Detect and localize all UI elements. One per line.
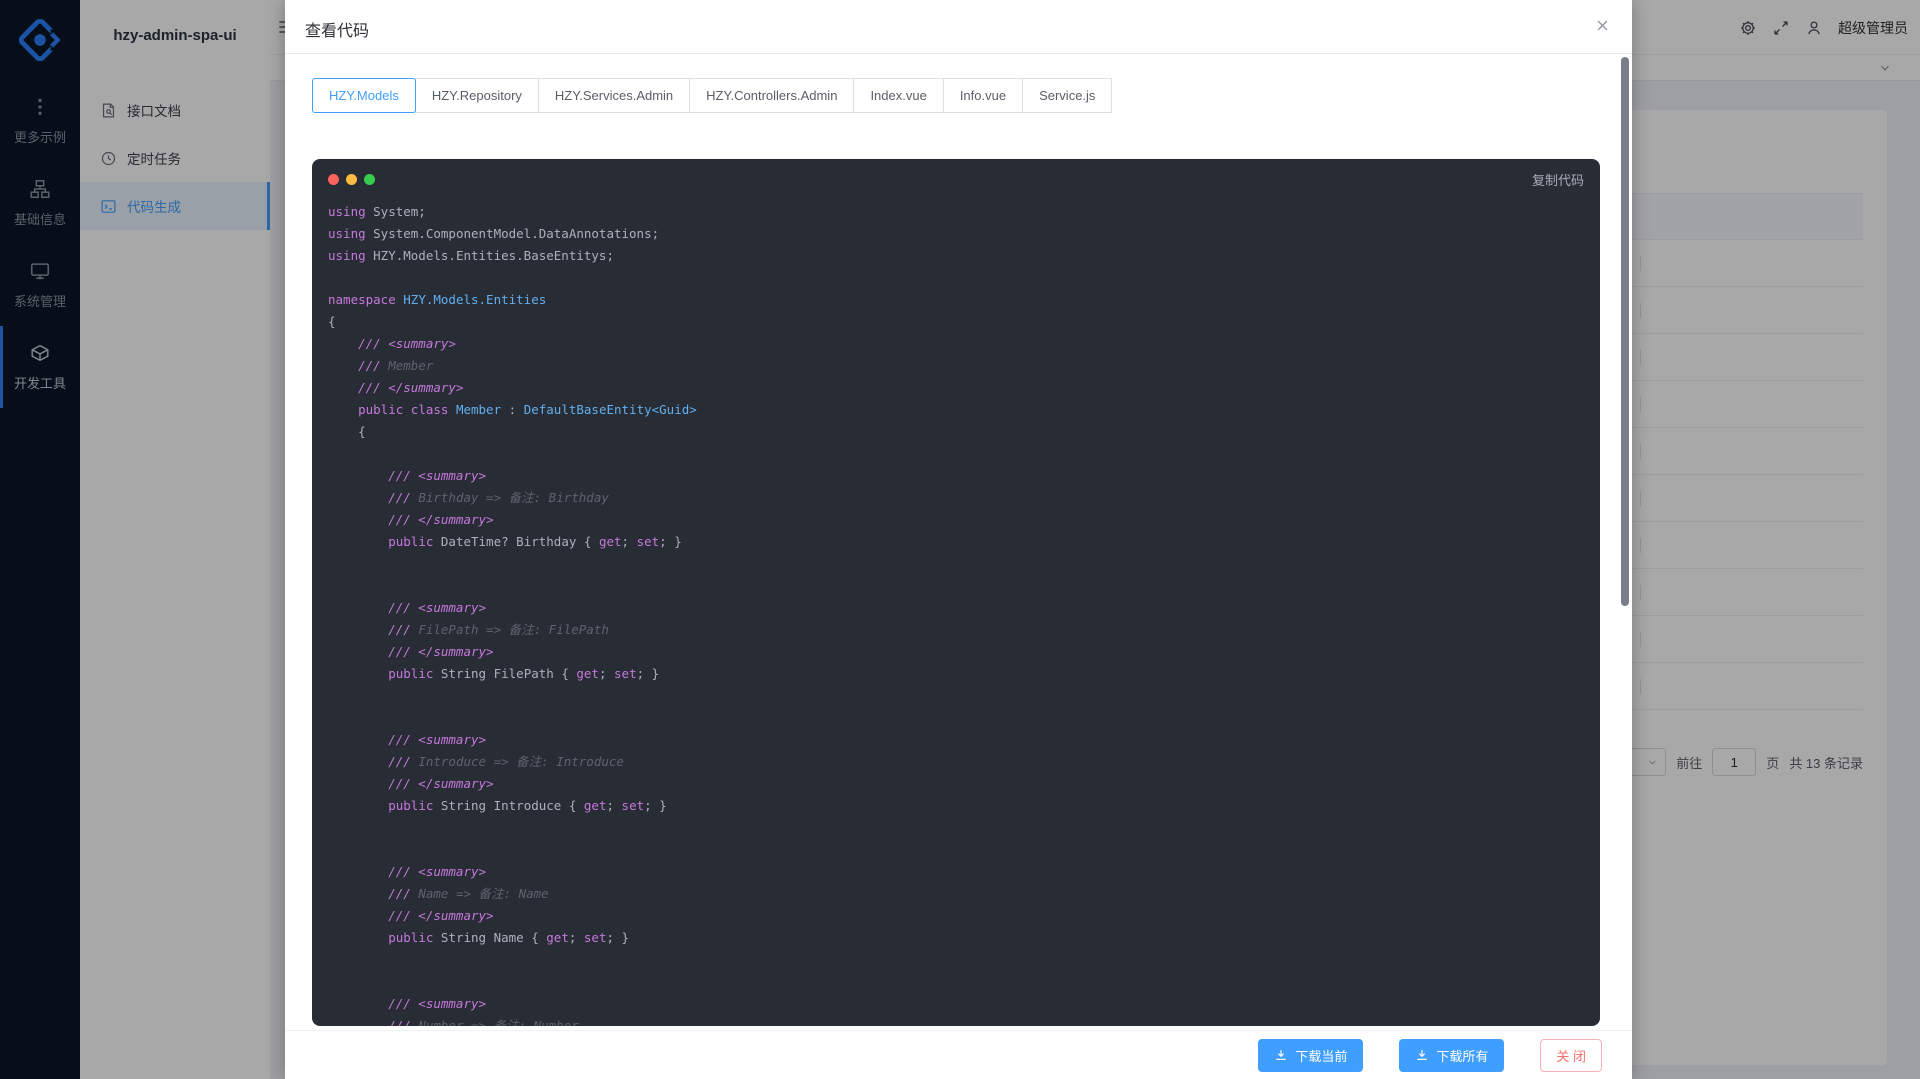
close-icon[interactable] — [1595, 18, 1610, 33]
download-current-button[interactable]: 下载当前 — [1258, 1039, 1363, 1072]
tab-hzy-services-admin[interactable]: HZY.Services.Admin — [538, 78, 690, 113]
tab-hzy-repository[interactable]: HZY.Repository — [415, 78, 539, 113]
code-file-tabs: HZY.ModelsHZY.RepositoryHZY.Services.Adm… — [312, 78, 1112, 113]
download-icon — [1415, 1048, 1429, 1062]
tab-index-vue[interactable]: Index.vue — [853, 78, 943, 113]
screen: 更多示例基础信息系统管理开发工具 hzy-admin-spa-ui 接口文档定时… — [0, 0, 1920, 1079]
traffic-yellow-icon — [346, 174, 357, 185]
tab-info-vue[interactable]: Info.vue — [943, 78, 1023, 113]
tab-service-js[interactable]: Service.js — [1022, 78, 1112, 113]
download-all-button[interactable]: 下载所有 — [1399, 1039, 1504, 1072]
download-icon — [1274, 1048, 1288, 1062]
view-code-dialog: 查看代码 HZY.ModelsHZY.RepositoryHZY.Service… — [285, 0, 1632, 1079]
tab-hzy-models[interactable]: HZY.Models — [312, 78, 416, 113]
traffic-red-icon — [328, 174, 339, 185]
dialog-footer: 下载当前 下载所有 关 闭 — [285, 1030, 1632, 1079]
dialog-title: 查看代码 — [305, 17, 369, 41]
modal-scrollbar-thumb[interactable] — [1621, 57, 1629, 606]
code-content: using System;using System.ComponentModel… — [312, 199, 1600, 1026]
copy-code-button[interactable]: 复制代码 — [1532, 170, 1584, 189]
dialog-header: 查看代码 — [285, 0, 1632, 54]
close-button[interactable]: 关 闭 — [1540, 1039, 1602, 1072]
tab-hzy-controllers-admin[interactable]: HZY.Controllers.Admin — [689, 78, 854, 113]
traffic-green-icon — [364, 174, 375, 185]
code-editor: 复制代码 using System;using System.Component… — [312, 159, 1600, 1026]
code-editor-header: 复制代码 — [312, 159, 1600, 199]
